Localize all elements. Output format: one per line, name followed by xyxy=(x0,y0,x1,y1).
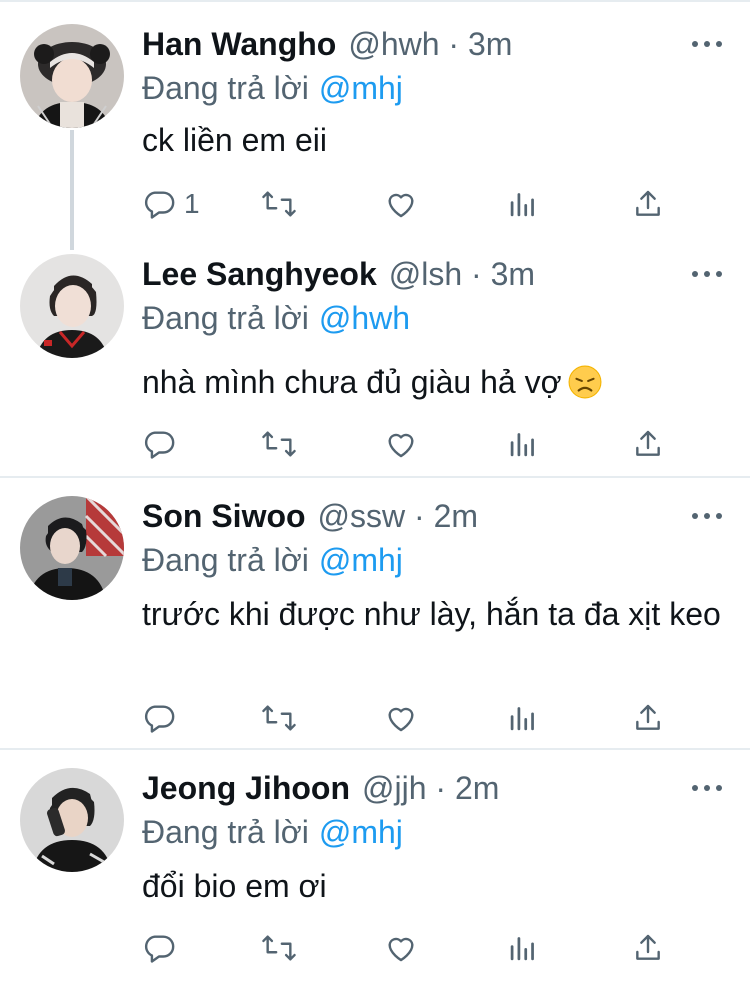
action-bar xyxy=(142,928,682,968)
tweet-divider xyxy=(0,748,750,750)
share-icon xyxy=(636,430,660,456)
like-button[interactable] xyxy=(384,424,418,464)
tweet-card[interactable]: Son Siwoo @ssw · 2m Đang trả lời @mhj tr… xyxy=(0,494,750,744)
replying-label: Đang trả lời xyxy=(142,69,309,106)
tweet-divider xyxy=(0,476,750,478)
replying-to: Đang trả lời @mhj xyxy=(142,810,403,854)
share-button[interactable] xyxy=(632,184,664,224)
handle-and-time[interactable]: @hwh · 3m xyxy=(348,26,512,63)
like-button[interactable] xyxy=(384,698,418,738)
more-icon[interactable] xyxy=(692,776,722,800)
replying-label: Đang trả lời xyxy=(142,813,309,850)
more-icon[interactable] xyxy=(692,504,722,528)
tweet-text: nhà mình chưa đủ giàu hả vợ xyxy=(142,364,562,400)
like-icon xyxy=(388,433,414,458)
like-button[interactable] xyxy=(384,928,418,968)
display-name[interactable]: Jeong Jihoon xyxy=(142,770,350,807)
retweet-icon xyxy=(262,191,296,217)
like-button[interactable] xyxy=(384,184,418,224)
action-bar xyxy=(142,424,682,464)
tweet-header: Lee Sanghyeok @lsh · 3m xyxy=(142,252,680,296)
action-bar xyxy=(142,698,682,738)
top-divider xyxy=(0,0,750,2)
reply-button[interactable] xyxy=(142,424,184,464)
like-icon xyxy=(388,937,414,962)
avatar[interactable] xyxy=(20,254,124,358)
analytics-button[interactable] xyxy=(508,928,538,968)
share-button[interactable] xyxy=(632,424,664,464)
display-name[interactable]: Son Siwoo xyxy=(142,498,306,535)
avatar[interactable] xyxy=(20,496,124,600)
analytics-icon xyxy=(510,937,534,961)
retweet-button[interactable] xyxy=(260,928,298,968)
mention-link[interactable]: @hwh xyxy=(319,300,410,337)
reply-icon xyxy=(144,431,175,459)
share-icon xyxy=(636,704,660,730)
like-icon xyxy=(388,193,414,218)
action-bar: 1 xyxy=(142,184,682,224)
reply-count: 1 xyxy=(184,188,200,219)
reply-icon xyxy=(144,191,175,219)
avatar[interactable] xyxy=(20,768,124,872)
reply-button[interactable] xyxy=(142,698,184,738)
handle-and-time[interactable]: @ssw · 2m xyxy=(318,498,478,535)
replying-label: Đang trả lời xyxy=(142,299,309,336)
share-icon xyxy=(636,934,660,960)
analytics-icon xyxy=(510,193,534,217)
mention-link[interactable]: @mhj xyxy=(319,70,403,107)
tweet-header: Han Wangho @hwh · 3m xyxy=(142,22,680,66)
retweet-button[interactable] xyxy=(260,184,298,224)
tweet-card[interactable]: Han Wangho @hwh · 3m Đang trả lời @mhj c… xyxy=(0,22,750,237)
retweet-button[interactable] xyxy=(260,424,298,464)
tweet-card[interactable]: Lee Sanghyeok @lsh · 3m Đang trả lời @hw… xyxy=(0,252,750,472)
analytics-button[interactable] xyxy=(508,698,538,738)
tweet-card[interactable]: Jeong Jihoon @jjh · 2m Đang trả lời @mhj… xyxy=(0,766,750,981)
retweet-button[interactable] xyxy=(260,698,298,738)
tweet-header: Jeong Jihoon @jjh · 2m xyxy=(142,766,680,810)
share-button[interactable] xyxy=(632,928,664,968)
mention-link[interactable]: @mhj xyxy=(319,542,403,579)
tweet-header: Son Siwoo @ssw · 2m xyxy=(142,494,680,538)
analytics-button[interactable] xyxy=(508,424,538,464)
retweet-icon xyxy=(262,705,296,731)
reply-icon xyxy=(144,935,175,963)
tweet-text: trước khi được như lày, hắn ta đa xịt ke… xyxy=(142,596,721,632)
display-name[interactable]: Han Wangho xyxy=(142,26,336,63)
replying-label: Đang trả lời xyxy=(142,541,309,578)
reply-icon xyxy=(144,705,175,733)
share-icon xyxy=(636,190,660,216)
handle-and-time[interactable]: @lsh · 3m xyxy=(389,256,535,293)
analytics-icon xyxy=(510,707,534,731)
reply-button[interactable]: 1 xyxy=(142,184,200,224)
display-name[interactable]: Lee Sanghyeok xyxy=(142,256,377,293)
disappointed-face-emoji xyxy=(568,365,602,399)
analytics-button[interactable] xyxy=(508,184,538,224)
reply-button[interactable] xyxy=(142,928,184,968)
handle-and-time[interactable]: @jjh · 2m xyxy=(362,770,499,807)
share-button[interactable] xyxy=(632,698,664,738)
more-icon[interactable] xyxy=(692,32,722,56)
retweet-icon xyxy=(262,431,296,457)
replying-to: Đang trả lời @mhj xyxy=(142,66,403,110)
tweet-text: ck liền em eii xyxy=(142,122,327,158)
tweet-text: đổi bio em ơi xyxy=(142,868,327,904)
replying-to: Đang trả lời @hwh xyxy=(142,296,410,340)
mention-link[interactable]: @mhj xyxy=(319,814,403,851)
more-icon[interactable] xyxy=(692,262,722,286)
tweet-body: nhà mình chưa đủ giàu hả vợ xyxy=(142,360,732,404)
retweet-icon xyxy=(262,935,296,961)
like-icon xyxy=(388,707,414,732)
analytics-icon xyxy=(510,433,534,457)
replying-to: Đang trả lời @mhj xyxy=(142,538,403,582)
avatar[interactable] xyxy=(20,24,124,128)
